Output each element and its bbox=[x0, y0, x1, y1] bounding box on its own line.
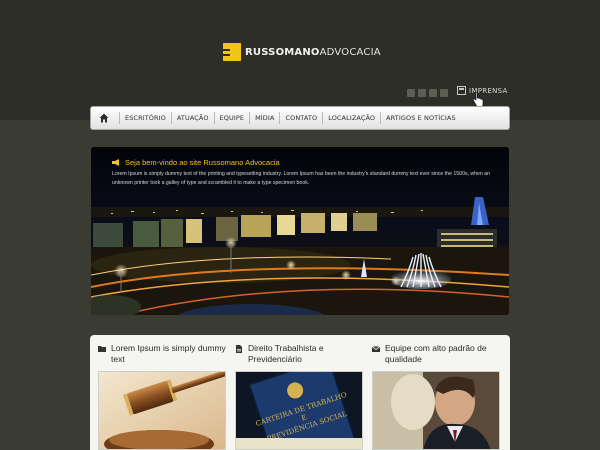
document-icon bbox=[236, 345, 242, 353]
gavel-icon bbox=[99, 372, 225, 449]
card-heading[interactable]: Lorem Ipsum is simply dummy text bbox=[98, 343, 229, 365]
youtube-icon[interactable] bbox=[429, 89, 437, 97]
envelope-icon bbox=[372, 346, 380, 352]
rss-icon[interactable] bbox=[440, 89, 448, 97]
nav-divider bbox=[213, 112, 215, 124]
lawyer-photo-icon bbox=[373, 372, 499, 449]
nav-divider bbox=[380, 112, 382, 124]
nav-item-artigos[interactable]: ARTIGOS E NOTÍCIAS bbox=[386, 114, 456, 122]
work-card-icon: CARTEIRA DE TRABALHO E PREVIDÊNCIA SOCIA… bbox=[236, 372, 362, 449]
nav-divider bbox=[249, 112, 251, 124]
brand-name-bold: RUSSOMANO bbox=[245, 46, 320, 58]
brand-name-light: ADVOCACIA bbox=[319, 46, 381, 58]
nav-divider bbox=[119, 112, 120, 124]
nav-item-atuacao[interactable]: ATUAÇÃO bbox=[177, 114, 209, 122]
lawyer-image[interactable] bbox=[372, 371, 500, 450]
nav-divider bbox=[170, 112, 172, 124]
megaphone-icon bbox=[112, 159, 119, 166]
nav-divider bbox=[279, 112, 281, 124]
nav-divider bbox=[322, 112, 324, 124]
work-card-image[interactable]: CARTEIRA DE TRABALHO E PREVIDÊNCIA SOCIA… bbox=[235, 371, 363, 450]
social-links bbox=[407, 89, 448, 97]
facebook-icon[interactable] bbox=[407, 89, 415, 97]
hero-heading: Seja bem-vindo ao site Russomano Advocac… bbox=[112, 158, 280, 167]
nav-item-contato[interactable]: CONTATO bbox=[285, 114, 317, 122]
card-title: Lorem Ipsum is simply dummy text bbox=[111, 343, 226, 364]
nav-item-midia[interactable]: MÍDIA bbox=[255, 114, 274, 122]
logo-mark-icon bbox=[223, 43, 241, 61]
card-title: Direito Trabalhista e Previdenciário bbox=[248, 343, 324, 364]
hero-description: Lorem Ipsum is simply dummy text of the … bbox=[112, 171, 491, 186]
card-heading[interactable]: Equipe com alto padrão de qualidade bbox=[372, 343, 503, 365]
newspaper-icon bbox=[457, 86, 466, 95]
card-heading[interactable]: Direito Trabalhista e Previdenciário bbox=[235, 343, 366, 365]
nav-item-localizacao[interactable]: LOCALIZAÇÃO bbox=[328, 114, 375, 122]
folder-icon bbox=[98, 346, 106, 352]
card-title: Equipe com alto padrão de qualidade bbox=[385, 343, 487, 364]
nav-item-equipe[interactable]: EQUIPE bbox=[220, 114, 245, 122]
site-logo[interactable]: RUSSOMANO ADVOCACIA bbox=[223, 43, 381, 61]
home-icon[interactable] bbox=[99, 113, 109, 123]
hero-title: Seja bem-vindo ao site Russomano Advocac… bbox=[125, 158, 280, 167]
main-navigation: ESCRITÓRIO ATUAÇÃO EQUIPE MÍDIA CONTATO … bbox=[90, 106, 510, 130]
twitter-icon[interactable] bbox=[418, 89, 426, 97]
nav-item-escritorio[interactable]: ESCRITÓRIO bbox=[125, 114, 166, 122]
gavel-image[interactable] bbox=[98, 371, 226, 450]
